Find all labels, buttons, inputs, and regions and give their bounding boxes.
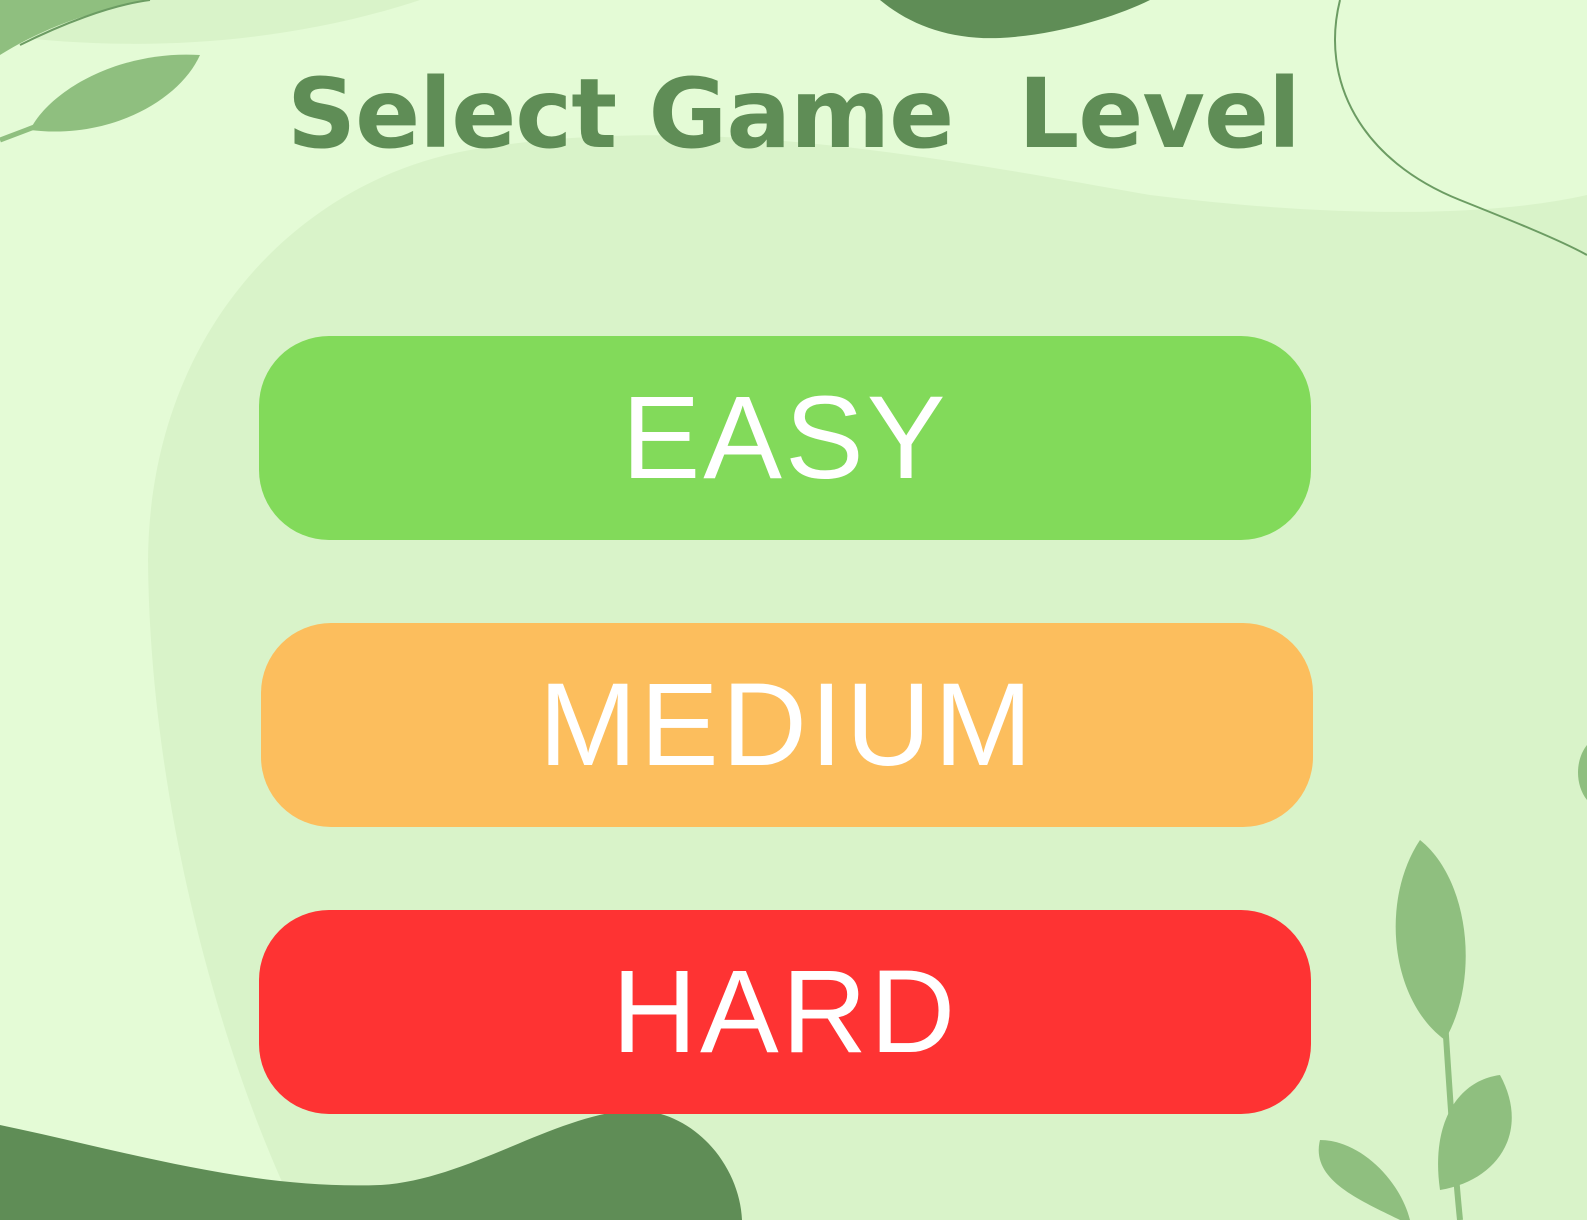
medium-level-label: MEDIUM (538, 659, 1036, 791)
easy-level-label: EASY (621, 372, 949, 504)
hard-level-button[interactable]: HARD (259, 910, 1311, 1114)
medium-level-button[interactable]: MEDIUM (261, 623, 1313, 827)
top-green-blob (880, 0, 1150, 39)
hard-level-label: HARD (611, 946, 959, 1078)
easy-level-button[interactable]: EASY (259, 336, 1311, 540)
page-title: Select Game Level (287, 58, 1301, 170)
